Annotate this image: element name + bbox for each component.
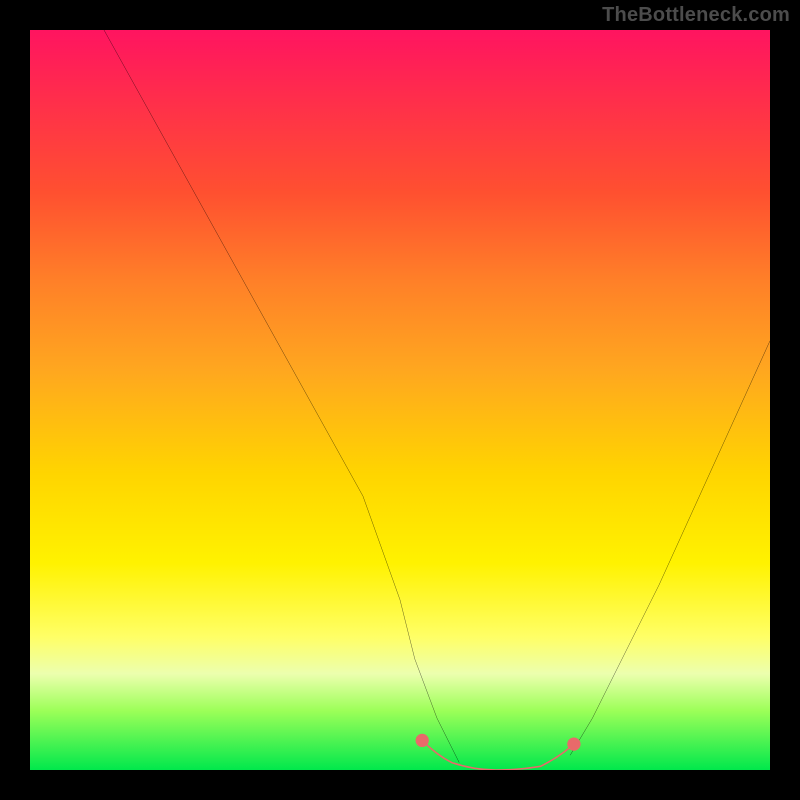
curve-valley-accent — [422, 740, 577, 770]
curve-overlay — [30, 30, 770, 770]
curve-right-branch — [570, 341, 770, 755]
accent-dot-right — [567, 737, 580, 750]
accent-dot-left — [416, 734, 429, 747]
plot-area — [30, 30, 770, 770]
chart-container: TheBottleneck.com — [0, 0, 800, 800]
curve-left-branch — [104, 30, 459, 763]
watermark-text: TheBottleneck.com — [602, 4, 790, 27]
